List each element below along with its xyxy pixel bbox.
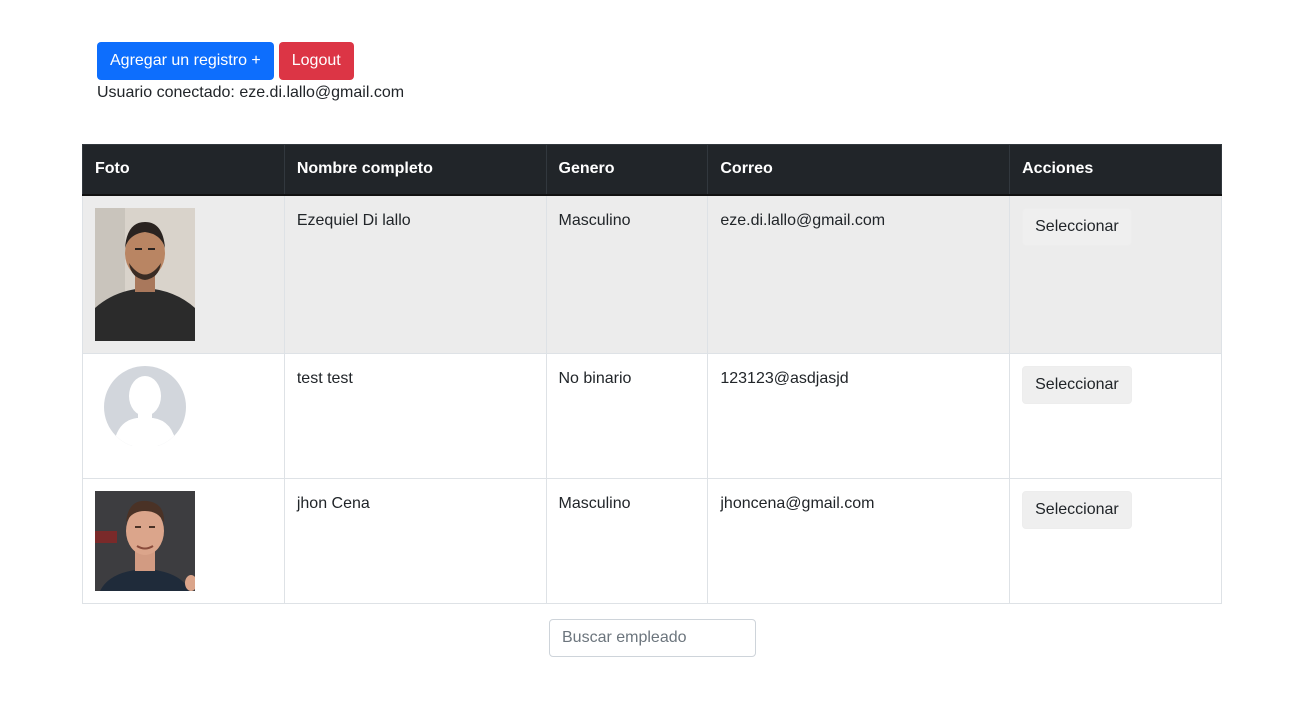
- gender-cell: Masculino: [545, 194, 709, 354]
- header-nombre: Nombre completo: [283, 144, 547, 196]
- person-photo: [95, 207, 195, 341]
- select-button[interactable]: Seleccionar: [1022, 365, 1132, 404]
- default-avatar-icon: [104, 365, 186, 446]
- photo-cell: [82, 352, 285, 479]
- header-foto: Foto: [82, 144, 285, 196]
- search-input[interactable]: [549, 619, 756, 657]
- logout-button[interactable]: Logout: [278, 42, 354, 80]
- actions-cell: Seleccionar: [1009, 477, 1222, 604]
- connected-user-label: Usuario conectado:: [97, 84, 240, 101]
- photo-cell: [82, 477, 285, 604]
- table-header-row: Foto Nombre completo Genero Correo Accio…: [82, 144, 1222, 196]
- header-correo: Correo: [707, 144, 1011, 196]
- email-cell: jhoncena@gmail.com: [707, 477, 1011, 604]
- top-actions: Agregar un registro + Logout: [97, 42, 354, 80]
- table-row: test test No binario 123123@asdjasjd Sel…: [82, 352, 1222, 479]
- connected-user: Usuario conectado: eze.di.lallo@gmail.co…: [97, 83, 404, 103]
- gender-cell: No binario: [545, 352, 709, 479]
- name-cell: jhon Cena: [283, 477, 547, 604]
- select-button[interactable]: Seleccionar: [1022, 207, 1132, 246]
- gender-cell: Masculino: [545, 477, 709, 604]
- actions-cell: Seleccionar: [1009, 352, 1222, 479]
- photo-cell: [82, 194, 285, 354]
- table-row: jhon Cena Masculino jhoncena@gmail.com S…: [82, 477, 1222, 604]
- name-cell: Ezequiel Di lallo: [283, 194, 547, 354]
- employees-table: Foto Nombre completo Genero Correo Accio…: [82, 144, 1222, 604]
- add-record-button[interactable]: Agregar un registro +: [97, 42, 274, 80]
- email-cell: 123123@asdjasjd: [707, 352, 1011, 479]
- actions-cell: Seleccionar: [1009, 194, 1222, 354]
- email-cell: eze.di.lallo@gmail.com: [707, 194, 1011, 354]
- employee-page: Agregar un registro + Logout Usuario con…: [0, 0, 1314, 718]
- table-row: Ezequiel Di lallo Masculino eze.di.lallo…: [82, 194, 1222, 354]
- name-cell: test test: [283, 352, 547, 479]
- person-photo: [95, 490, 195, 591]
- header-acciones: Acciones: [1009, 144, 1222, 196]
- header-genero: Genero: [545, 144, 709, 196]
- connected-user-email: eze.di.lallo@gmail.com: [239, 84, 405, 101]
- select-button[interactable]: Seleccionar: [1022, 490, 1132, 529]
